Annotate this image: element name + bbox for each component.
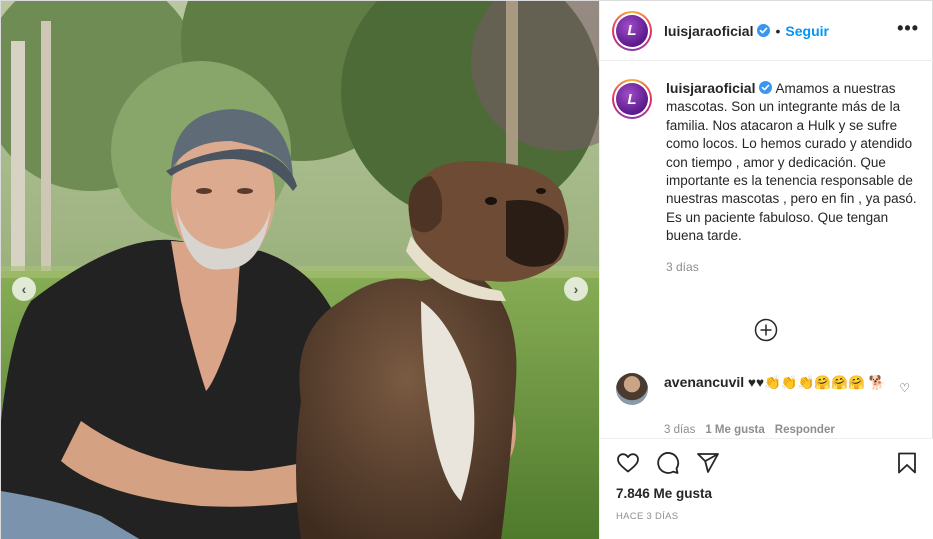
caption-avatar[interactable]: L [612,79,652,119]
comment-text: ♥♥👏👏👏🤗🤗🤗 🐕 [747,375,886,390]
commenter-username[interactable]: avenancuvil [664,374,744,390]
caption-timestamp[interactable]: 3 días [666,260,922,274]
comment-item: avenancuvil ♥♥👏👏👏🤗🤗🤗 🐕 ♡ [616,373,922,405]
verified-badge-icon [759,81,773,94]
caption-username[interactable]: luisjaraoficial [666,80,755,96]
next-photo-button[interactable]: › [564,277,588,301]
avatar-logo: L [616,83,648,115]
comment-bubble-icon[interactable] [656,451,680,475]
more-options-icon[interactable]: ••• [897,18,919,39]
post-header: L luisjaraoficial • Seguir ••• [600,1,933,61]
previous-photo-button[interactable]: ‹ [12,277,36,301]
account-username[interactable]: luisjaraoficial [664,23,753,39]
follow-button[interactable]: Seguir [785,23,829,39]
share-paper-plane-icon[interactable] [696,451,720,475]
post-photo[interactable]: ‹ › [1,1,599,539]
reply-button[interactable]: Responder [775,424,835,436]
post-caption: L luisjaraoficial Amamos a nuestras masc… [612,79,922,274]
load-more-comments-icon[interactable] [754,318,778,342]
comment-timestamp[interactable]: 3 días [664,424,695,436]
save-bookmark-icon[interactable] [895,451,919,475]
like-heart-icon[interactable] [616,451,640,475]
comment-likes[interactable]: 1 Me gusta [705,424,764,436]
verified-badge-icon [757,24,771,37]
post-details-panel: L luisjaraoficial • Seguir ••• L luisjar… [599,1,933,539]
action-bar [616,451,720,475]
instagram-post: ‹ › L luisjaraoficial • Seguir ••• L lui… [0,0,933,539]
like-comment-heart-icon[interactable]: ♡ [899,381,910,395]
account-avatar[interactable]: L [612,10,652,51]
photo-man-with-dog [1,1,599,539]
caption-body-text: Amamos a nuestras mascotas. Son un integ… [666,81,917,244]
caption-text: luisjaraoficial Amamos a nuestras mascot… [666,79,922,246]
likes-count[interactable]: 7.846 Me gusta [616,486,712,501]
commenter-avatar[interactable] [616,373,648,405]
comment-meta: 3 días 1 Me gusta Responder [664,424,835,436]
header-separator: • [775,22,781,39]
post-date[interactable]: HACE 3 DÍAS [616,511,678,522]
avatar-logo: L [616,14,648,47]
post-actions-section: 7.846 Me gusta HACE 3 DÍAS [600,438,933,539]
